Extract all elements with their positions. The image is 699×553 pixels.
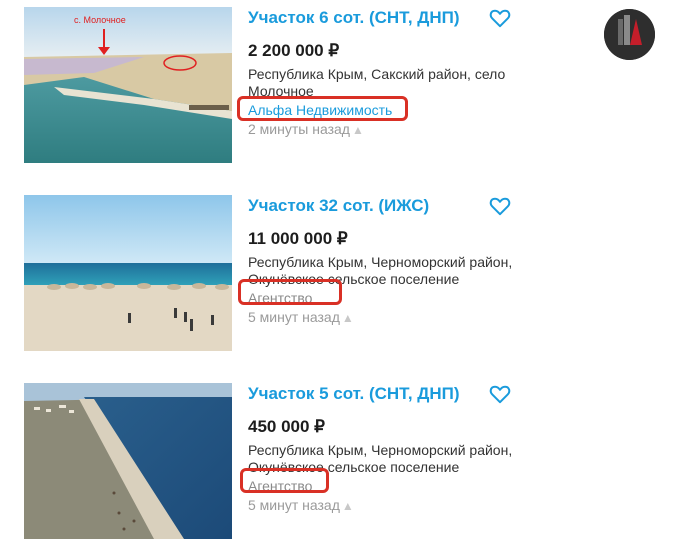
listing-title[interactable]: Участок 5 сот. (СНТ, ДНП) [248, 383, 460, 405]
posted-time-text: 2 минуты назад [248, 121, 350, 137]
posted-time: 2 минуты назад ▲ [248, 121, 364, 139]
arrow-up-icon[interactable]: ▲ [352, 123, 364, 137]
listing-price: 11 000 000 ₽ [248, 229, 348, 248]
listing-title[interactable]: Участок 6 сот. (СНТ, ДНП) [248, 7, 460, 29]
listing-card: Участок 32 сот. (ИЖС) 11 000 000 ₽ Респу… [0, 195, 699, 365]
seller-name: Агентство [248, 478, 313, 494]
arrow-up-icon[interactable]: ▲ [342, 499, 354, 513]
listing-photo[interactable] [24, 383, 232, 539]
listing-card: Участок 5 сот. (СНТ, ДНП) 450 000 ₽ Респ… [0, 383, 699, 553]
listing-price: 2 200 000 ₽ [248, 41, 340, 60]
listing-price: 450 000 ₽ [248, 417, 325, 436]
heart-outline-icon[interactable] [489, 384, 511, 404]
listing-photo[interactable]: с. Молочное [24, 7, 232, 163]
listing-title[interactable]: Участок 32 сот. (ИЖС) [248, 195, 429, 217]
heart-outline-icon[interactable] [489, 196, 511, 216]
posted-time-text: 5 минут назад [248, 497, 340, 513]
agency-logo-avatar[interactable] [604, 9, 655, 60]
posted-time-text: 5 минут назад [248, 309, 340, 325]
listing-address: Республика Крым, Черноморский район, Оку… [248, 254, 513, 287]
listing-card: с. Молочное Участок 6 сот. (СНТ, ДНП) 2 … [0, 7, 699, 177]
listing-address: Республика Крым, Черноморский район, Оку… [248, 442, 513, 475]
listing-address: Республика Крым, Сакский район, село Мол… [248, 66, 506, 99]
posted-time: 5 минут назад ▲ [248, 497, 354, 515]
photo-caption: с. Молочное [74, 15, 126, 25]
seller-name-link[interactable]: Альфа Недвижимость [248, 102, 392, 119]
arrow-up-icon[interactable]: ▲ [342, 311, 354, 325]
posted-time: 5 минут назад ▲ [248, 309, 354, 327]
heart-outline-icon[interactable] [489, 8, 511, 28]
listing-photo[interactable] [24, 195, 232, 351]
seller-name: Агентство [248, 290, 313, 306]
